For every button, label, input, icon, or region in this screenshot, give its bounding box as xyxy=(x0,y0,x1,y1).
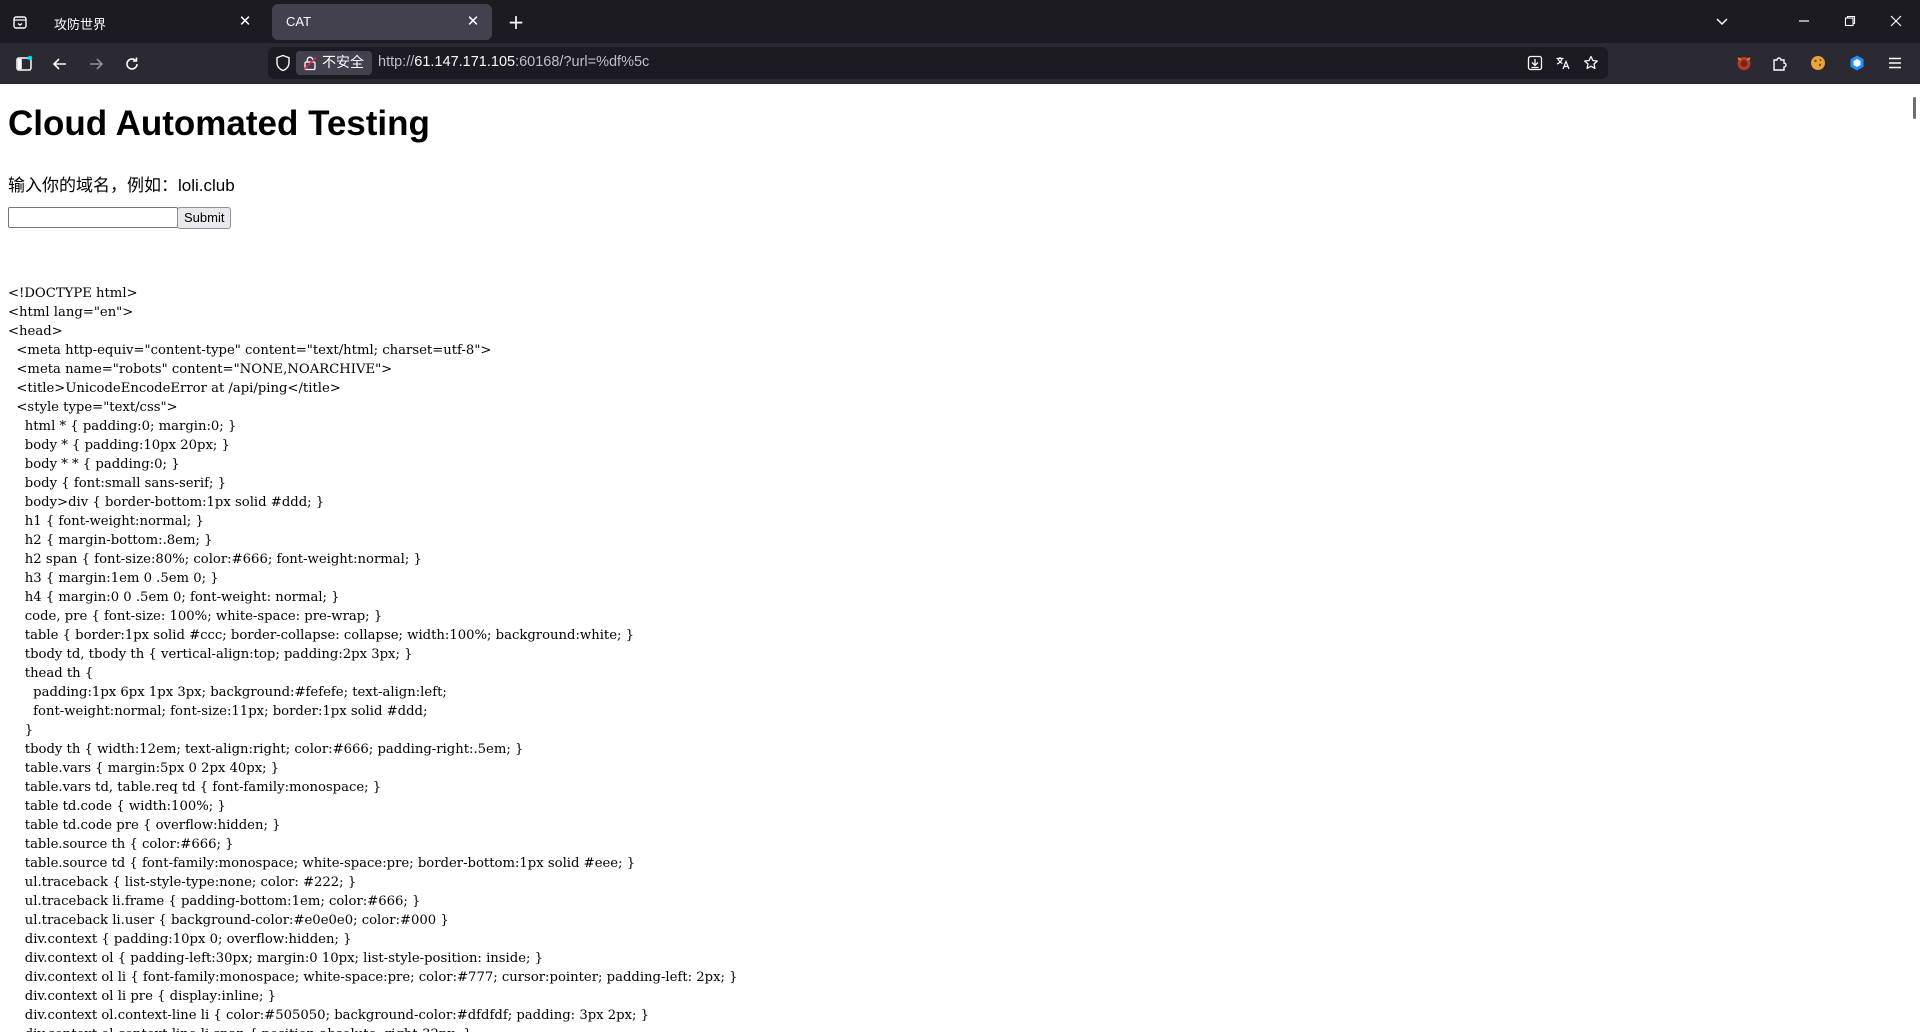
source-line: <style type="text/css"> xyxy=(8,400,178,415)
source-line: h2 span { font-size:80%; color:#666; fon… xyxy=(8,552,422,567)
security-label: 不安全 xyxy=(322,55,364,71)
source-line: thead th { xyxy=(8,666,94,681)
security-indicator[interactable]: 不安全 xyxy=(296,51,372,75)
scrollbar-thumb[interactable] xyxy=(1913,97,1916,119)
source-line: body * { padding:10px 20px; } xyxy=(8,438,230,453)
url-prefix: http:// xyxy=(378,54,415,70)
source-line: <title>UnicodeEncodeError at /api/ping</… xyxy=(8,381,341,396)
source-line: <!DOCTYPE html> xyxy=(8,286,138,301)
tab-list-icon[interactable] xyxy=(8,10,32,34)
source-line: h2 { margin-bottom:.8em; } xyxy=(8,533,213,548)
source-line: padding:1px 6px 1px 3px; background:#fef… xyxy=(8,685,447,700)
extension-cookie-icon[interactable] xyxy=(1808,53,1828,73)
source-line: tbody th { width:12em; text-align:right;… xyxy=(8,742,524,757)
forward-icon[interactable] xyxy=(84,52,108,76)
tab-bar: 攻防世界 ✕ CAT ✕ + xyxy=(0,0,1920,43)
close-window-icon[interactable] xyxy=(1882,8,1910,34)
source-line: <html lang="en"> xyxy=(8,305,134,320)
page-content: Cloud Automated Testing 输入你的域名，例如：loli.c… xyxy=(0,84,1920,1032)
source-line: h3 { margin:1em 0 .5em 0; } xyxy=(8,571,219,586)
source-line: <meta http-equiv="content-type" content=… xyxy=(8,343,492,358)
source-line: table.vars td, table.req td { font-famil… xyxy=(8,780,382,795)
source-line: body { font:small sans-serif; } xyxy=(8,476,226,491)
extension-cube-icon[interactable] xyxy=(1847,53,1867,73)
url-rest: :60168/?url=%df%5c xyxy=(515,54,650,70)
domain-prompt: 输入你的域名，例如：loli.club xyxy=(8,176,235,195)
tab-cat[interactable]: CAT ✕ xyxy=(272,4,492,40)
url-bar[interactable]: 不安全 http://61.147.171.105:60168/?url=%df… xyxy=(268,47,1608,79)
url-text[interactable]: http://61.147.171.105:60168/?url=%df%5c xyxy=(378,54,649,70)
restore-icon[interactable] xyxy=(1836,8,1864,34)
source-line: <head> xyxy=(8,324,63,339)
tab-title: CAT xyxy=(286,14,312,29)
source-line: div.context ol { padding-left:30px; marg… xyxy=(8,951,544,966)
new-tab-icon[interactable]: + xyxy=(504,10,528,34)
reload-icon[interactable] xyxy=(120,52,144,76)
source-line: <meta name="robots" content="NONE,NOARCH… xyxy=(8,362,393,377)
source-line: } xyxy=(8,723,34,738)
sidebar-icon[interactable] xyxy=(12,52,36,76)
chevron-down-icon[interactable] xyxy=(1708,8,1736,34)
close-icon[interactable]: ✕ xyxy=(464,12,482,30)
shield-icon[interactable] xyxy=(274,54,292,72)
extension-fox-icon[interactable] xyxy=(1734,53,1754,73)
save-to-device-icon[interactable] xyxy=(1526,54,1544,72)
source-line: div.context ol li { font-family:monospac… xyxy=(8,970,738,985)
source-line: table.vars { margin:5px 0 2px 40px; } xyxy=(8,761,280,776)
source-line: div.context ol.context-line li { color:#… xyxy=(8,1008,650,1023)
insecure-lock-icon xyxy=(303,56,317,71)
source-line: body * * { padding:0; } xyxy=(8,457,180,472)
tab-title: 攻防世界 xyxy=(54,17,107,32)
source-line: ul.traceback { list-style-type:none; col… xyxy=(8,875,357,890)
source-line: body>div { border-bottom:1px solid #ddd;… xyxy=(8,495,325,510)
source-line: tbody td, tbody th { vertical-align:top;… xyxy=(8,647,413,662)
tab-gongfang[interactable]: 攻防世界 ✕ xyxy=(40,4,264,40)
source-line: h4 { margin:0 0 .5em 0; font-weight: nor… xyxy=(8,590,340,605)
submit-button[interactable]: Submit xyxy=(177,207,232,229)
source-line: ul.traceback li.user { background-color:… xyxy=(8,913,449,928)
response-source: <!DOCTYPE html> <html lang="en"> <head> <m… xyxy=(8,284,738,1032)
source-line: code, pre { font-size: 100%; white-space… xyxy=(8,609,383,624)
source-line: font-weight:normal; font-size:11px; bord… xyxy=(8,704,428,719)
translate-icon[interactable] xyxy=(1554,54,1572,72)
source-line: div.context ol li pre { display:inline; … xyxy=(8,989,276,1004)
source-line: div.context { padding:10px 0; overflow:h… xyxy=(8,932,352,947)
close-icon[interactable]: ✕ xyxy=(236,12,254,30)
source-line: h1 { font-weight:normal; } xyxy=(8,514,204,529)
source-line: table td.code pre { overflow:hidden; } xyxy=(8,818,281,833)
url-host: 61.147.171.105 xyxy=(414,54,516,70)
back-icon[interactable] xyxy=(48,52,72,76)
source-line: table td.code { width:100%; } xyxy=(8,799,226,814)
page-title: Cloud Automated Testing xyxy=(8,104,430,143)
source-line: table.source th { color:#666; } xyxy=(8,837,234,852)
source-line: ul.traceback li.frame { padding-bottom:1… xyxy=(8,894,421,909)
menu-icon[interactable] xyxy=(1885,53,1905,73)
bookmark-star-icon[interactable] xyxy=(1582,54,1600,72)
domain-input[interactable] xyxy=(8,207,178,228)
navigation-bar: 不安全 http://61.147.171.105:60168/?url=%df… xyxy=(0,43,1920,84)
source-line: table { border:1px solid #ccc; border-co… xyxy=(8,628,635,643)
minimize-icon[interactable] xyxy=(1790,8,1818,34)
extensions-puzzle-icon[interactable] xyxy=(1770,53,1790,73)
source-line: html * { padding:0; margin:0; } xyxy=(8,419,237,434)
source-line: table.source td { font-family:monospace;… xyxy=(8,856,636,871)
source-line: div.context ol.context-line li span { po… xyxy=(8,1025,738,1032)
